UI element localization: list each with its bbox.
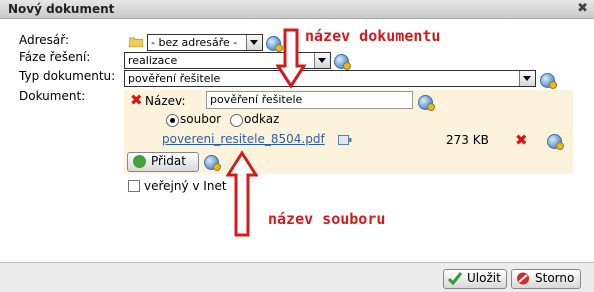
help-icon[interactable] xyxy=(204,155,221,171)
nazev-label: Název: xyxy=(145,94,186,108)
help-icon[interactable] xyxy=(418,95,435,111)
folder-icon xyxy=(129,37,143,47)
check-icon xyxy=(448,272,462,285)
pridat-button[interactable]: Přidat xyxy=(127,152,199,172)
typ-label: Typ dokumentu: xyxy=(19,69,116,83)
odkaz-label: odkaz xyxy=(244,112,280,126)
file-size: 273 KB xyxy=(446,133,489,147)
chevron-down-icon xyxy=(519,71,535,86)
arrow-up-icon xyxy=(226,150,258,237)
annotation-doc-name: název dokumentu xyxy=(305,27,441,45)
dialog-footer: Uložit Storno xyxy=(0,262,594,292)
file-icon xyxy=(338,135,352,145)
cancel-icon xyxy=(517,272,529,285)
file-link[interactable]: povereni_resitele_8504.pdf xyxy=(162,132,325,146)
dokument-label: Dokument: xyxy=(19,89,86,103)
nazev-input[interactable]: pověření řešitele xyxy=(206,91,413,109)
cancel-button[interactable]: Storno xyxy=(511,269,581,289)
public-checkbox[interactable] xyxy=(128,180,140,192)
save-button[interactable]: Uložit xyxy=(443,269,507,289)
typ-select[interactable]: pověření řešitele xyxy=(124,70,536,87)
chevron-down-icon xyxy=(246,35,262,50)
odkaz-radio[interactable] xyxy=(230,114,243,127)
dialog-titlebar: Nový dokument ✖ xyxy=(0,0,594,19)
soubor-radio[interactable] xyxy=(166,114,179,127)
add-icon xyxy=(133,155,146,168)
remove-file-icon[interactable]: ✖ xyxy=(515,131,528,149)
document-panel: ✖ Název: pověření řešitele soubor odkaz … xyxy=(124,90,573,174)
help-icon[interactable] xyxy=(540,73,557,89)
public-checkbox-label: veřejný v Inet xyxy=(144,179,227,193)
adresar-select[interactable]: - bez adresáře - xyxy=(147,34,263,51)
adresar-label: Adresář: xyxy=(19,33,70,47)
help-icon[interactable] xyxy=(547,134,564,150)
dialog-title: Nový dokument xyxy=(8,2,115,16)
close-icon[interactable]: ✖ xyxy=(577,1,588,16)
faze-label: Fáze řešení: xyxy=(19,50,91,64)
arrow-down-icon xyxy=(276,28,306,89)
chevron-down-icon xyxy=(314,53,330,68)
soubor-label: soubor xyxy=(180,112,222,126)
help-icon[interactable] xyxy=(334,54,351,70)
annotation-file-name: název souboru xyxy=(268,210,386,228)
remove-document-icon[interactable]: ✖ xyxy=(130,91,143,109)
